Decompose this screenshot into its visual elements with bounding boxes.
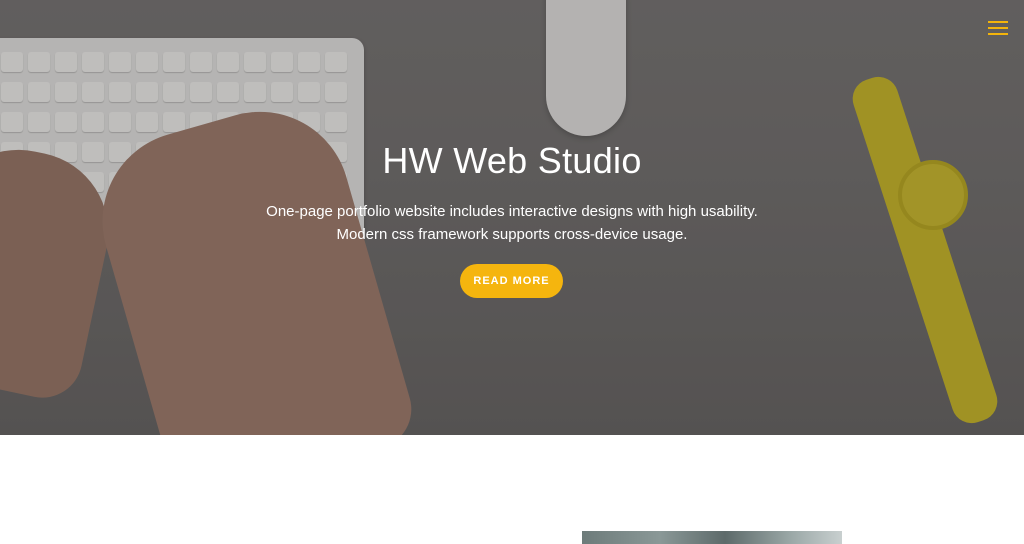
- hero-content: HW Web Studio One-page portfolio website…: [0, 140, 1024, 246]
- hero-description-line-2: Modern css framework supports cross-devi…: [336, 226, 688, 243]
- hero-title: HW Web Studio: [382, 140, 642, 181]
- portfolio-thumbnail-image: [582, 531, 842, 544]
- hero-description-line-1: One-page portfolio website includes inte…: [266, 203, 758, 220]
- read-more-button[interactable]: READ MORE: [460, 264, 563, 298]
- hero-section: HW Web Studio One-page portfolio website…: [0, 0, 1024, 435]
- hamburger-menu-icon[interactable]: [986, 18, 1010, 38]
